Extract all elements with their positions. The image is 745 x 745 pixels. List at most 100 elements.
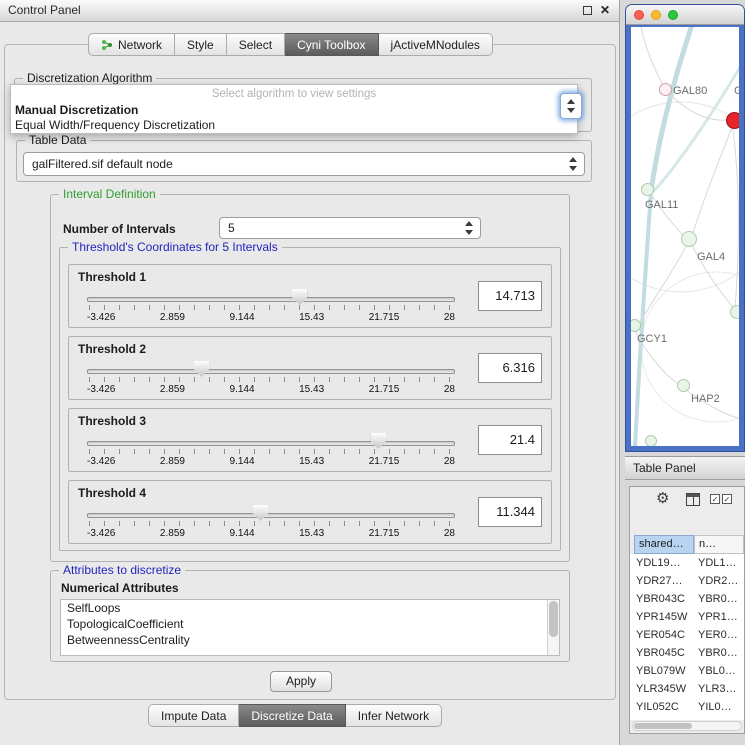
tab-impute-data[interactable]: Impute Data — [148, 704, 239, 727]
threshold-3-box: Threshold 3 -3.4262.8599.14415.4321.7152… — [68, 408, 552, 472]
checkbox-icon[interactable]: ✓ — [722, 494, 732, 504]
table-row[interactable]: YDL19…YDL1… — [630, 554, 744, 572]
network-node[interactable] — [641, 183, 654, 196]
threshold-label: Threshold 2 — [78, 342, 146, 356]
table-body: YDL19…YDL1… YDR27…YDR2… YBR043CYBR0… YPR… — [630, 554, 744, 720]
threshold-value-field[interactable]: 6.316 — [478, 353, 542, 383]
cell-shared-name: YBR045C — [636, 644, 694, 662]
scale-tick-label: 2.859 — [160, 384, 185, 395]
network-node[interactable] — [659, 83, 672, 96]
threshold-value-field[interactable]: 14.713 — [478, 281, 542, 311]
checkbox-icon[interactable]: ✓ — [710, 494, 720, 504]
close-traffic-light-icon[interactable] — [634, 10, 644, 20]
apply-button[interactable]: Apply — [270, 671, 332, 692]
slider-scale: -3.4262.8599.14415.4321.71528 — [87, 456, 455, 467]
column-header-name[interactable]: n… — [694, 535, 744, 554]
zoom-traffic-light-icon[interactable] — [668, 10, 678, 20]
threshold-label: Threshold 4 — [78, 486, 146, 500]
slider-track[interactable] — [87, 441, 455, 446]
threshold-3-slider[interactable]: -3.4262.8599.14415.4321.71528 — [87, 433, 455, 471]
scrollbar-thumb[interactable] — [634, 723, 692, 729]
interval-definition-group: Interval Definition Number of Intervals … — [50, 194, 570, 562]
cell-name: YBL0… — [698, 662, 742, 680]
table-row[interactable]: YER054CYER0… — [630, 626, 744, 644]
close-icon[interactable]: ✕ — [600, 3, 610, 17]
control-panel-titlebar: Control Panel ✕ — [0, 0, 619, 22]
network-canvas[interactable]: GAL80 GA GAL11 GAL4 GCY1 HAP2 — [631, 27, 739, 446]
node-label: GA — [734, 85, 739, 97]
network-node[interactable] — [681, 231, 697, 247]
scale-tick-label: 21.715 — [369, 528, 400, 539]
table-row[interactable]: YLR345WYLR3… — [630, 680, 744, 698]
cell-name: YBR0… — [698, 590, 742, 608]
slider-thumb[interactable] — [371, 433, 386, 449]
scale-tick-label: 2.859 — [160, 456, 185, 467]
scale-tick-label: 28 — [444, 384, 455, 395]
dropdown-option-equal-width[interactable]: Equal Width/Frequency Discretization — [15, 118, 215, 132]
dropdown-hint: Select algorithm to view settings — [11, 88, 577, 100]
cell-shared-name: YPR145W — [636, 608, 694, 626]
threshold-value-field[interactable]: 21.4 — [478, 425, 542, 455]
table-row[interactable]: YBR045CYBR0… — [630, 644, 744, 662]
tab-infer-network[interactable]: Infer Network — [346, 704, 442, 727]
table-row[interactable]: YPR145WYPR1… — [630, 608, 744, 626]
tab-select[interactable]: Select — [227, 33, 285, 56]
table-row[interactable]: YBR043CYBR0… — [630, 590, 744, 608]
cell-shared-name: YDL19… — [636, 554, 694, 572]
horizontal-scrollbar[interactable] — [632, 721, 742, 731]
list-item[interactable]: SelfLoops — [61, 600, 559, 616]
list-item[interactable]: BetweennessCentrality — [61, 632, 559, 648]
algorithm-combo-stepper[interactable] — [560, 93, 582, 119]
tab-discretize-data[interactable]: Discretize Data — [239, 704, 345, 727]
table-data-combo[interactable]: galFiltered.sif default node — [23, 152, 585, 176]
threshold-4-slider[interactable]: -3.4262.8599.14415.4321.71528 — [87, 505, 455, 543]
list-scrollbar[interactable] — [547, 600, 559, 655]
table-row[interactable]: YBL079WYBL0… — [630, 662, 744, 680]
slider-thumb[interactable] — [194, 361, 209, 377]
gear-icon[interactable]: ⚙ — [656, 489, 669, 507]
network-node[interactable] — [645, 435, 657, 446]
threshold-2-slider[interactable]: -3.4262.8599.14415.4321.71528 — [87, 361, 455, 399]
scale-tick-label: 21.715 — [369, 456, 400, 467]
float-window-icon[interactable] — [583, 6, 592, 15]
tab-cyni-toolbox[interactable]: Cyni Toolbox — [285, 33, 378, 56]
dropdown-option-manual[interactable]: Manual Discretization — [15, 103, 138, 117]
table-row[interactable]: YDR27…YDR2… — [630, 572, 744, 590]
threshold-1-slider[interactable]: -3.4262.8599.14415.4321.71528 — [87, 289, 455, 327]
cell-name: YDL1… — [698, 554, 742, 572]
scale-tick-label: 9.144 — [230, 456, 255, 467]
network-node-selected[interactable] — [726, 112, 739, 129]
slider-scale: -3.4262.8599.14415.4321.71528 — [87, 528, 455, 539]
table-row[interactable]: YIL052CYIL0… — [630, 698, 744, 716]
columns-icon[interactable] — [686, 493, 700, 506]
network-icon — [101, 39, 113, 51]
scrollbar-thumb[interactable] — [549, 601, 558, 637]
network-node[interactable] — [730, 305, 739, 319]
slider-track[interactable] — [87, 513, 455, 518]
column-header-shared-name[interactable]: shared… — [634, 535, 694, 554]
slider-thumb[interactable] — [292, 289, 307, 305]
table-panel-window: ⚙ ✓ ✓ shared… n… YDL19…YDL1… YDR27…YDR2…… — [629, 486, 745, 734]
slider-ticks — [89, 377, 453, 382]
cell-name: YPR1… — [698, 608, 742, 626]
threshold-value-field[interactable]: 11.344 — [478, 497, 542, 527]
tab-label: Cyni Toolbox — [297, 38, 365, 52]
scale-tick-label: 9.144 — [230, 384, 255, 395]
list-item[interactable]: TopologicalCoefficient — [61, 616, 559, 632]
node-label: GAL4 — [697, 251, 725, 263]
scale-tick-label: 15.43 — [299, 312, 324, 323]
minimize-traffic-light-icon[interactable] — [651, 10, 661, 20]
tab-network[interactable]: Network — [88, 33, 175, 56]
num-intervals-combo[interactable]: 5 — [219, 217, 481, 239]
slider-track[interactable] — [87, 297, 455, 302]
node-label: GAL80 — [673, 85, 707, 97]
threshold-1-box: Threshold 1 -3.4262.8599.14415.4321.7152… — [68, 264, 552, 328]
network-node[interactable] — [677, 379, 690, 392]
tab-style[interactable]: Style — [175, 33, 227, 56]
table-data-group-title: Table Data — [25, 133, 90, 147]
tab-jactivemnodules[interactable]: jActiveMNodules — [379, 33, 493, 56]
attributes-list[interactable]: SelfLoops TopologicalCoefficient Between… — [60, 599, 560, 656]
slider-thumb[interactable] — [253, 505, 268, 521]
threshold-2-box: Threshold 2 -3.4262.8599.14415.4321.7152… — [68, 336, 552, 400]
slider-track[interactable] — [87, 369, 455, 374]
